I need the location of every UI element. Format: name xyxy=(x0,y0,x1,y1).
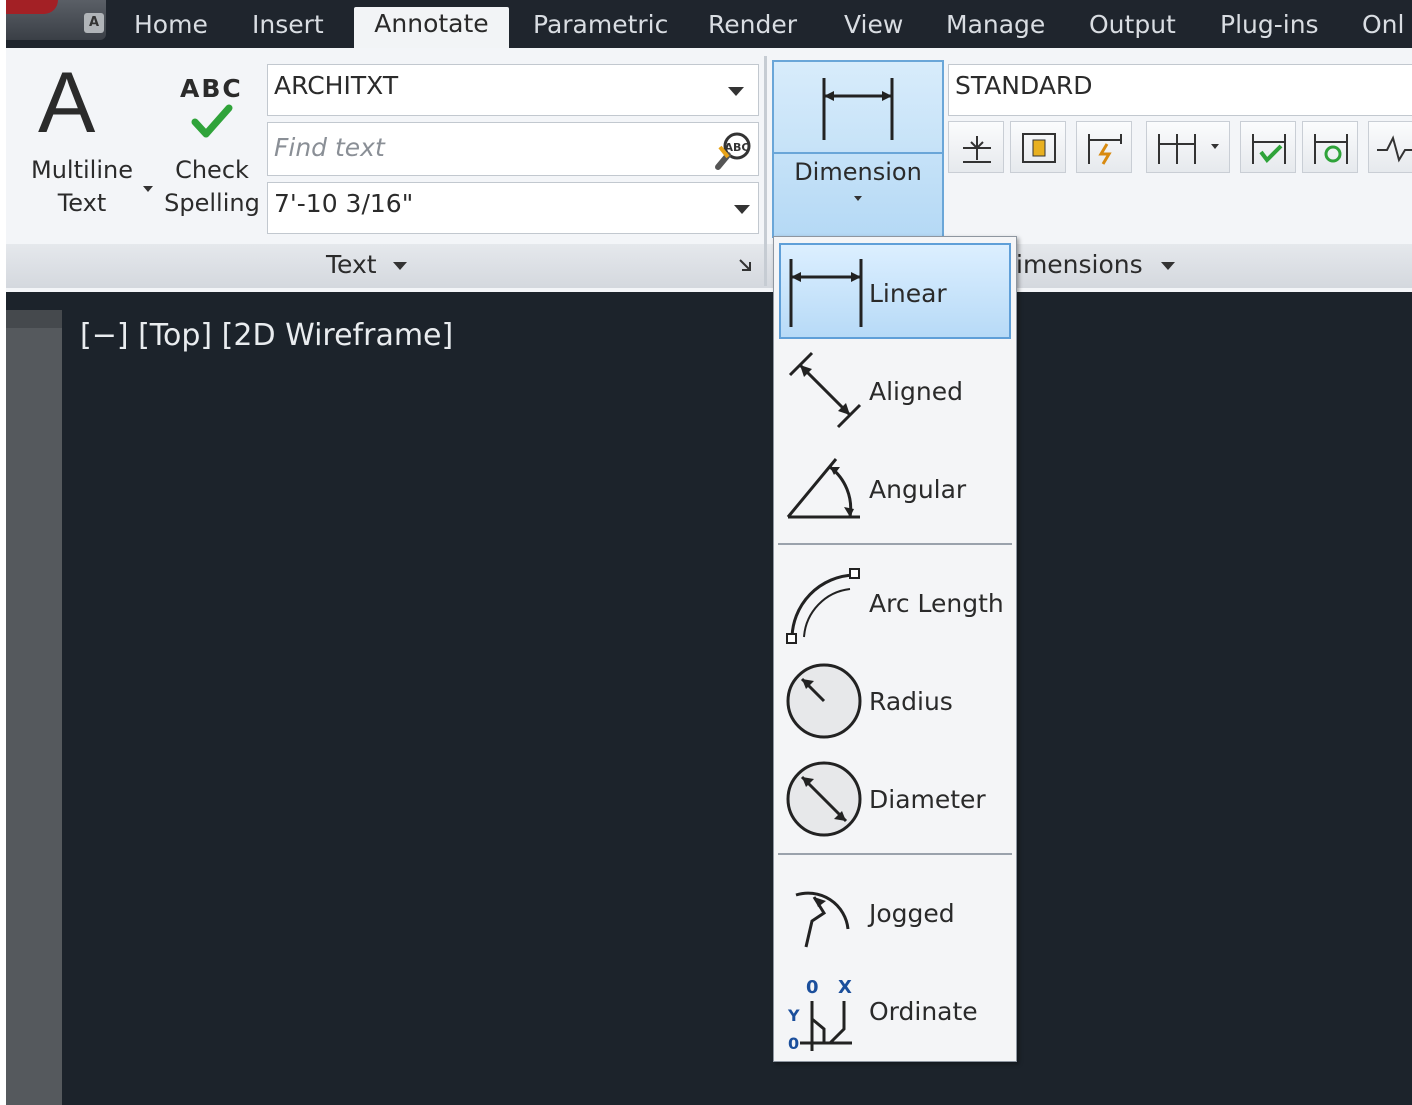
menu-item-label: Aligned xyxy=(869,377,963,406)
side-bar-grip[interactable] xyxy=(6,310,62,328)
menu-item-label: Angular xyxy=(869,475,967,504)
viewport-side-bar[interactable] xyxy=(6,310,62,1105)
tab-manage[interactable]: Manage xyxy=(946,8,1045,48)
quick-dimension-button[interactable] xyxy=(948,121,1004,173)
check-mark-icon xyxy=(191,104,233,138)
viewport-controls-label[interactable]: [−] [Top] [2D Wireframe] xyxy=(80,318,453,353)
tab-parametric[interactable]: Parametric xyxy=(533,8,668,48)
tab-online[interactable]: Onl xyxy=(1362,8,1404,48)
menu-separator xyxy=(778,853,1012,855)
split-divider xyxy=(774,152,942,154)
jog-line-icon xyxy=(1377,135,1412,163)
find-text-placeholder: Find text xyxy=(274,133,385,162)
chevron-down-icon xyxy=(392,262,407,270)
dim-break-button[interactable] xyxy=(1076,121,1132,173)
tab-insert[interactable]: Insert xyxy=(252,8,324,48)
multiline-text-icon: A xyxy=(38,55,96,151)
dim-space-icon xyxy=(1022,133,1056,163)
chevron-down-icon xyxy=(728,87,744,96)
dimension-dropdown-menu: Linear Aligned Angular Arc Length Radius… xyxy=(773,236,1017,1062)
radius-icon xyxy=(786,663,862,739)
menu-item-arc-length[interactable]: Arc Length xyxy=(774,553,1014,649)
multiline-text-button[interactable]: A Multiline Text xyxy=(20,55,144,226)
jogged-icon xyxy=(795,891,850,948)
menu-item-angular[interactable]: Angular xyxy=(774,439,1014,535)
dimension-button-label: Dimension xyxy=(794,158,922,186)
diameter-icon xyxy=(786,761,862,837)
dimensions-panel-title[interactable]: imensions xyxy=(1016,250,1175,279)
panel-divider xyxy=(764,56,767,286)
menu-item-label: Ordinate xyxy=(869,997,978,1026)
continue-dimension-icon xyxy=(1158,134,1196,164)
ordinate-icon: 0 X Y 0 xyxy=(787,977,852,1053)
chevron-down-icon xyxy=(734,205,750,214)
dimensions-panel-label: imensions xyxy=(1016,250,1143,279)
menu-item-linear[interactable]: Linear xyxy=(779,243,1011,339)
arc-length-icon xyxy=(786,568,860,644)
chevron-down-icon xyxy=(1211,144,1219,149)
ordinate-zero-left: 0 xyxy=(788,1034,799,1053)
check-spelling-button[interactable]: ABC Check Spelling xyxy=(162,72,262,232)
panel-title-bar xyxy=(6,244,1412,288)
update-dimension-icon xyxy=(1314,134,1348,164)
dim-break-lightning-icon xyxy=(1088,134,1122,165)
tab-plug-ins[interactable]: Plug-ins xyxy=(1220,8,1319,48)
menu-item-jogged[interactable]: Jogged xyxy=(774,863,1014,959)
dimension-style-value: STANDARD xyxy=(955,71,1093,100)
dim-break-icon xyxy=(963,136,991,163)
dialog-launcher-icon[interactable] xyxy=(738,258,752,272)
menu-item-label: Jogged xyxy=(869,899,955,928)
menu-item-diameter[interactable]: Diameter xyxy=(774,749,1014,845)
chevron-down-icon xyxy=(854,196,862,201)
linear-dimension-icon xyxy=(822,78,894,140)
text-panel-title[interactable]: Text xyxy=(326,250,407,279)
text-style-select[interactable]: ARCHITXT xyxy=(267,64,759,116)
app-logo xyxy=(6,0,58,14)
dim-space-button[interactable] xyxy=(1010,121,1066,173)
dim-jog-line-button[interactable] xyxy=(1368,121,1412,173)
menu-item-aligned[interactable]: Aligned xyxy=(774,341,1014,437)
tab-view[interactable]: View xyxy=(844,8,903,48)
menu-item-label: Radius xyxy=(869,687,953,716)
dim-update-button[interactable] xyxy=(1302,121,1358,173)
aligned-dimension-icon xyxy=(788,351,862,429)
angular-dimension-icon xyxy=(786,458,860,519)
check-label-1: Check xyxy=(175,156,249,184)
workspace-badge: A xyxy=(84,13,104,33)
menu-separator xyxy=(778,543,1012,545)
tab-output[interactable]: Output xyxy=(1089,8,1176,48)
chevron-down-icon xyxy=(1160,262,1175,270)
menu-item-radius[interactable]: Radius xyxy=(774,651,1014,747)
dimension-style-select[interactable]: STANDARD xyxy=(948,64,1412,116)
tab-home[interactable]: Home xyxy=(134,8,208,48)
check-abc-text: ABC xyxy=(180,74,243,103)
ordinate-zero-top: 0 xyxy=(806,977,819,998)
menu-item-label: Linear xyxy=(869,279,947,308)
inspect-dimension-icon xyxy=(1252,134,1286,164)
multiline-label-2: Text xyxy=(57,189,107,217)
text-height-value: 7'-10 3/16" xyxy=(274,189,414,218)
dim-continue-button[interactable] xyxy=(1146,121,1230,173)
dim-inspect-button[interactable] xyxy=(1240,121,1296,173)
linear-dimension-icon xyxy=(789,259,863,327)
find-replace-icon[interactable]: ABC xyxy=(714,131,754,171)
tab-render[interactable]: Render xyxy=(708,8,797,48)
menu-item-ordinate[interactable]: 0 X Y 0 Ordinate xyxy=(774,961,1014,1057)
multiline-label-1: Multiline xyxy=(31,156,133,184)
drawing-viewport[interactable] xyxy=(6,292,1412,1105)
menu-item-label: Diameter xyxy=(869,785,986,814)
dimension-split-button[interactable]: Dimension xyxy=(772,60,944,238)
find-text-input[interactable]: Find text ABC xyxy=(267,122,759,176)
ordinate-y: Y xyxy=(787,1006,800,1025)
ribbon-tab-bar: A Home Insert Annotate Parametric Render… xyxy=(6,0,1412,48)
text-style-value: ARCHITXT xyxy=(274,71,399,100)
text-height-select[interactable]: 7'-10 3/16" xyxy=(267,182,759,234)
tab-annotate[interactable]: Annotate xyxy=(354,7,509,48)
check-label-2: Spelling xyxy=(164,189,260,217)
ordinate-x: X xyxy=(838,977,852,998)
application-menu-button[interactable]: A xyxy=(6,0,106,40)
multiline-chevron-down-icon[interactable] xyxy=(143,186,153,192)
text-panel-label: Text xyxy=(326,250,377,279)
menu-item-label: Arc Length xyxy=(869,589,1004,618)
